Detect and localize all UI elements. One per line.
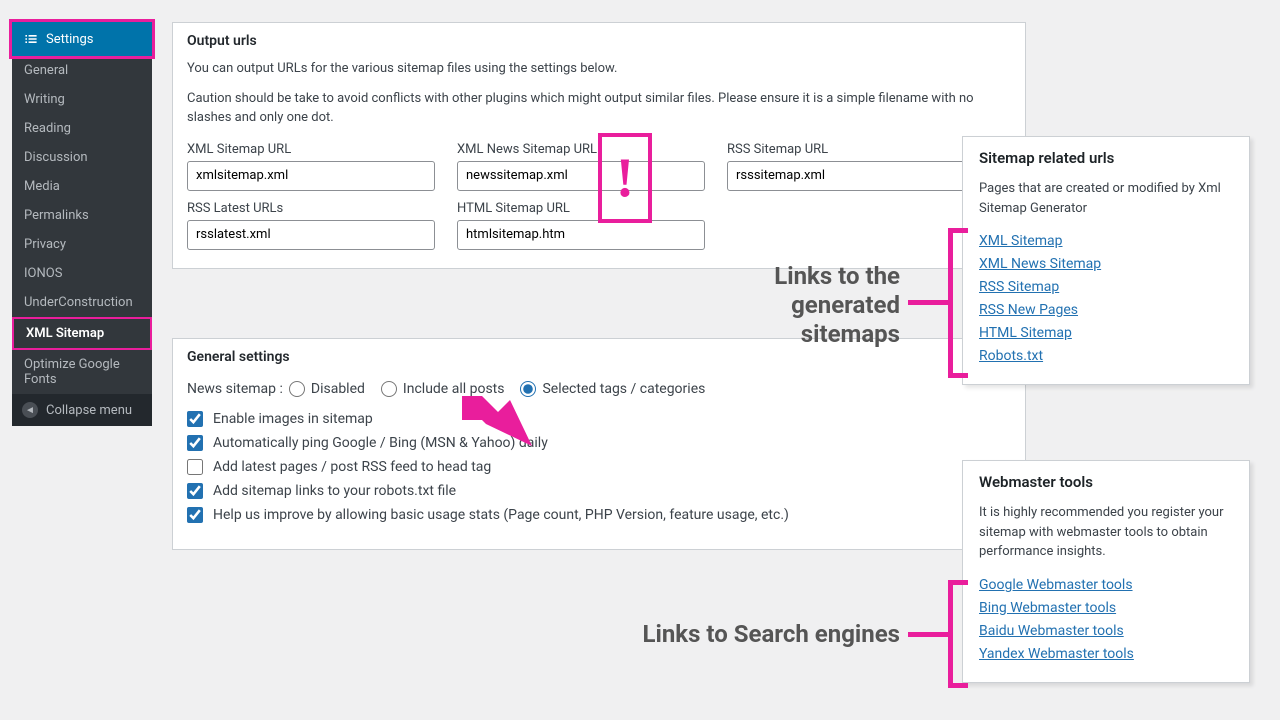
sitemap-panel-desc: Pages that are created or modified by Xm… <box>979 179 1233 218</box>
field-rss-latest: RSS Latest URLs <box>187 201 435 250</box>
check-robots[interactable]: Add sitemap links to your robots.txt fil… <box>187 483 1011 499</box>
output-intro-text: You can output URLs for the various site… <box>187 59 1011 79</box>
general-panel-body: News sitemap : Disabled Include all post… <box>173 381 1025 549</box>
radio-disabled[interactable]: Disabled <box>289 381 365 397</box>
link-html-sitemap[interactable]: HTML Sitemap <box>979 325 1072 341</box>
webmaster-tools-panel: Webmaster tools It is highly recommended… <box>962 460 1250 683</box>
xml-news-label: XML News Sitemap URL <box>457 142 705 157</box>
xml-sitemap-input[interactable] <box>187 161 435 191</box>
sidebar-item-writing[interactable]: Writing <box>12 85 152 114</box>
collapse-icon: ◄ <box>22 402 38 418</box>
link-xml-news-sitemap[interactable]: XML News Sitemap <box>979 256 1101 272</box>
link-xml-sitemap[interactable]: XML Sitemap <box>979 233 1063 249</box>
check-usage-stats[interactable]: Help us improve by allowing basic usage … <box>187 507 1011 523</box>
html-sitemap-label: HTML Sitemap URL <box>457 201 705 216</box>
check-rss-head[interactable]: Add latest pages / post RSS feed to head… <box>187 459 1011 475</box>
sidebar-item-reading[interactable]: Reading <box>12 114 152 143</box>
rss-sitemap-label: RSS Sitemap URL <box>727 142 975 157</box>
field-xml-sitemap: XML Sitemap URL <box>187 142 435 191</box>
xml-sitemap-label: XML Sitemap URL <box>187 142 435 157</box>
radio-include-all[interactable]: Include all posts <box>381 381 505 397</box>
rss-latest-input[interactable] <box>187 220 435 250</box>
admin-sidebar: Settings General Writing Reading Discuss… <box>12 22 152 426</box>
settings-icon <box>22 30 40 48</box>
general-panel-title: General settings <box>173 339 1025 375</box>
link-robots-txt[interactable]: Robots.txt <box>979 348 1043 364</box>
menu-settings[interactable]: Settings <box>12 22 152 56</box>
field-rss-sitemap: RSS Sitemap URL <box>727 142 975 191</box>
output-panel-body: You can output URLs for the various site… <box>173 59 1025 268</box>
link-google-webmaster[interactable]: Google Webmaster tools <box>979 577 1133 593</box>
output-caution-text: Caution should be take to avoid conflict… <box>187 89 1011 128</box>
field-xml-news: XML News Sitemap URL <box>457 142 705 191</box>
rss-sitemap-input[interactable] <box>727 161 975 191</box>
sidebar-item-optimize-fonts[interactable]: Optimize Google Fonts <box>12 350 152 394</box>
xml-news-input[interactable] <box>457 161 705 191</box>
annotation-line-webmaster <box>908 632 950 637</box>
output-urls-panel: Output urls You can output URLs for the … <box>172 22 1026 269</box>
link-yandex-webmaster[interactable]: Yandex Webmaster tools <box>979 646 1134 662</box>
general-settings-panel: General settings News sitemap : Disabled… <box>172 338 1026 550</box>
link-bing-webmaster[interactable]: Bing Webmaster tools <box>979 600 1116 616</box>
sidebar-item-discussion[interactable]: Discussion <box>12 143 152 172</box>
sidebar-item-xml-sitemap[interactable]: XML Sitemap <box>12 317 152 350</box>
sidebar-item-permalinks[interactable]: Permalinks <box>12 201 152 230</box>
sitemap-panel-title: Sitemap related urls <box>979 149 1233 167</box>
sitemap-urls-panel: Sitemap related urls Pages that are crea… <box>962 136 1250 385</box>
webmaster-links-list: Google Webmaster tools Bing Webmaster to… <box>979 574 1233 662</box>
settings-submenu: General Writing Reading Discussion Media… <box>12 56 152 394</box>
rss-latest-label: RSS Latest URLs <box>187 201 435 216</box>
news-sitemap-label: News sitemap : <box>187 381 283 397</box>
annotation-search-engines-text: Links to Search engines <box>560 620 900 649</box>
sidebar-item-underconstruction[interactable]: UnderConstruction <box>12 288 152 317</box>
check-auto-ping[interactable]: Automatically ping Google / Bing (MSN & … <box>187 435 1011 451</box>
sidebar-item-media[interactable]: Media <box>12 172 152 201</box>
news-sitemap-row: News sitemap : Disabled Include all post… <box>187 381 1011 397</box>
check-enable-images[interactable]: Enable images in sitemap <box>187 411 1011 427</box>
field-html-sitemap: HTML Sitemap URL <box>457 201 705 250</box>
html-sitemap-input[interactable] <box>457 220 705 250</box>
annotation-sitemap-links-text: Links to the generated sitemaps <box>700 262 900 348</box>
output-panel-title: Output urls <box>173 23 1025 59</box>
sidebar-item-privacy[interactable]: Privacy <box>12 230 152 259</box>
sidebar-item-general[interactable]: General <box>12 56 152 85</box>
sitemap-links-list: XML Sitemap XML News Sitemap RSS Sitemap… <box>979 230 1233 364</box>
sidebar-item-ionos[interactable]: IONOS <box>12 259 152 288</box>
link-rss-new-pages[interactable]: RSS New Pages <box>979 302 1078 318</box>
menu-settings-label: Settings <box>46 32 93 47</box>
collapse-label: Collapse menu <box>46 403 132 418</box>
webmaster-panel-desc: It is highly recommended you register yo… <box>979 503 1233 562</box>
annotation-line-sitemap <box>908 300 950 305</box>
link-baidu-webmaster[interactable]: Baidu Webmaster tools <box>979 623 1124 639</box>
webmaster-panel-title: Webmaster tools <box>979 473 1233 491</box>
collapse-menu-button[interactable]: ◄ Collapse menu <box>12 394 152 426</box>
radio-selected-tags[interactable]: Selected tags / categories <box>520 381 705 397</box>
link-rss-sitemap[interactable]: RSS Sitemap <box>979 279 1059 295</box>
